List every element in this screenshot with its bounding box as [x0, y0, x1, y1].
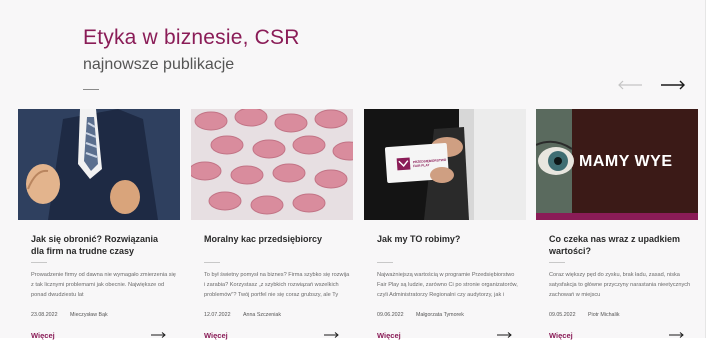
carousel-next-button[interactable] [660, 78, 686, 92]
article-excerpt: Najważniejszą wartością w programie Prze… [377, 272, 518, 298]
title-divider [83, 89, 99, 90]
article-author: Anna Szczeniak [243, 312, 281, 318]
read-more-link[interactable]: Więcej [377, 331, 401, 340]
article-date: 12.07.2022 [204, 312, 231, 318]
section-title: Etyka w biznesie, CSR [83, 26, 300, 49]
article-author: Mieczysław Bąk [70, 312, 108, 318]
article-title[interactable]: Co czeka nas wraz z upadkiem wartości? [549, 233, 689, 257]
article-author: Piotr Michalik [588, 312, 620, 318]
article-date: 09.06.2022 [377, 312, 404, 318]
article-title[interactable]: Jak my TO robimy? [377, 233, 517, 245]
pink-pills-blister-photo[interactable] [191, 109, 353, 220]
article-divider [377, 262, 393, 263]
article-title[interactable]: Jak się obronić? Rozwiązania dla firm na… [31, 233, 171, 257]
article-carousel: Jak się obronić? Rozwiązania dla firm na… [18, 109, 708, 341]
arrow-right-icon [661, 80, 685, 90]
article-divider [204, 262, 220, 263]
article-author: Małgorzata Tymorek [416, 312, 464, 318]
read-more-arrow[interactable] [669, 332, 684, 338]
read-more-arrow[interactable] [324, 332, 339, 338]
arrow-right-icon [669, 332, 684, 338]
fair-play-card-photo[interactable]: PRZEDSIĘBIORSTWO FAIR PLAY [364, 109, 526, 220]
article-title[interactable]: Moralny kac przedsiębiorcy [204, 233, 344, 245]
article-excerpt: Coraz większy pęd do zysku, brak ładu, z… [549, 272, 691, 298]
arrow-right-icon [324, 332, 339, 338]
arrow-right-icon [497, 332, 512, 338]
article-date: 09.05.2022 [549, 312, 576, 318]
article-divider [31, 262, 47, 263]
read-more-link[interactable]: Więcej [31, 331, 55, 340]
eye-banner-photo[interactable]: MAMY WYE [536, 109, 698, 220]
read-more-link[interactable]: Więcej [204, 331, 228, 340]
article-excerpt: To był świetny pomysł na biznes? Firma s… [204, 272, 350, 298]
article-date: 23.08.2022 [31, 312, 58, 318]
article-card[interactable]: PRZEDSIĘBIORSTWO FAIR PLAY Jak my TO rob… [364, 109, 526, 341]
section-subtitle: najnowsze publikacje [83, 56, 235, 73]
article-divider [549, 262, 565, 263]
article-card[interactable]: Jak się obronić? Rozwiązania dla firm na… [18, 109, 180, 341]
arrow-left-icon [618, 80, 642, 90]
businessman-fists-photo[interactable] [18, 109, 180, 220]
carousel-prev-button[interactable] [617, 78, 643, 92]
banner-text: MAMY WYE [579, 153, 673, 170]
publications-section: Etyka w biznesie, CSR najnowsze publikac… [0, 0, 708, 341]
article-card[interactable]: MAMY WYE Co czeka nas wraz z upadkiem wa… [536, 109, 698, 341]
read-more-link[interactable]: Więcej [549, 331, 573, 340]
article-card[interactable]: Moralny kac przedsiębiorcy To był świetn… [191, 109, 353, 341]
arrow-right-icon [151, 332, 166, 338]
read-more-arrow[interactable] [497, 332, 512, 338]
article-excerpt: Prowadzenie firmy od dawna nie wymagało … [31, 272, 176, 298]
read-more-arrow[interactable] [151, 332, 166, 338]
